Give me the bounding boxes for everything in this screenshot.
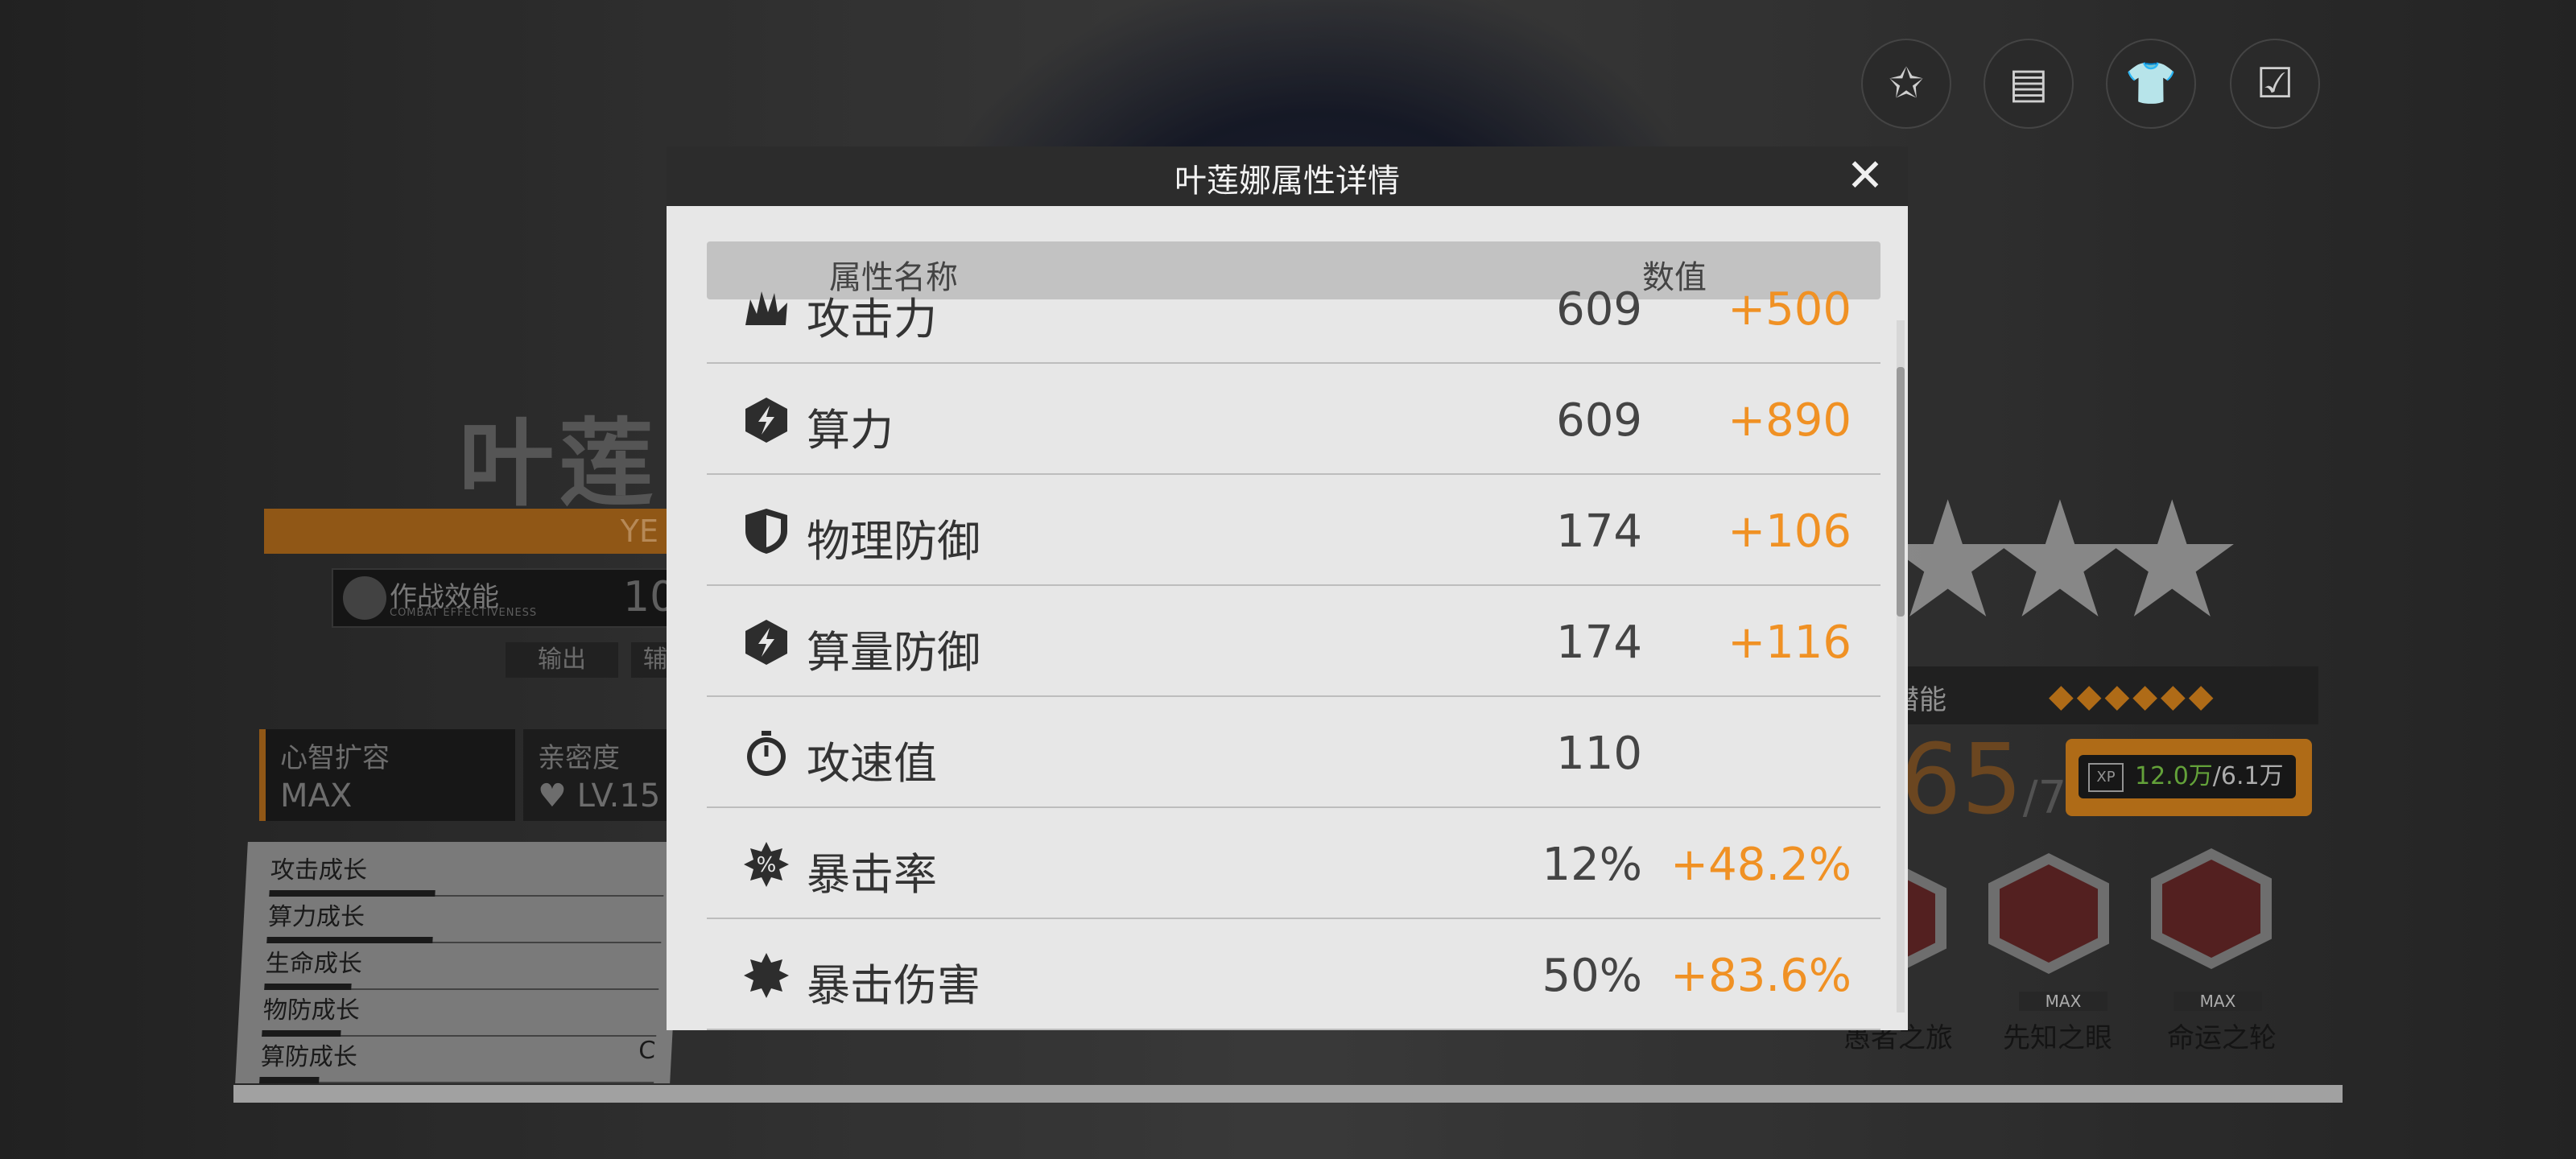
svg-text:%: % — [757, 853, 777, 877]
table-row: 暴击伤害 50% +83.6% — [707, 919, 1880, 1030]
modal-header: 叶莲娜属性详情 ✕ — [667, 146, 1908, 206]
claw-icon — [745, 291, 787, 325]
table-row: 攻速值 110 — [707, 697, 1880, 808]
favorite-button[interactable]: ✩ — [1861, 39, 1951, 129]
table-row: 算量防御 174 +116 — [707, 586, 1880, 697]
attribute-modal: 属性名称 数值 攻击力 609 +500 算力 609 +890 物理防御 17… — [667, 206, 1908, 1030]
close-button[interactable]: ✕ — [1842, 153, 1889, 200]
files-icon: ▤ — [2008, 60, 2049, 108]
attribute-list[interactable]: 攻击力 609 +500 算力 609 +890 物理防御 174 +106 算… — [707, 253, 1880, 1030]
outfit-button[interactable]: 👕 — [2106, 39, 2196, 129]
table-row: 算力 609 +890 — [707, 364, 1880, 475]
star-add-icon: ✩ — [1889, 60, 1924, 108]
table-row: 物理防御 174 +106 — [707, 475, 1880, 586]
bolt-shield-icon — [745, 398, 787, 443]
table-row: 攻击力 609 +500 — [707, 253, 1880, 364]
crit-rate-icon: % — [744, 842, 789, 887]
bolt-shield-icon — [745, 620, 787, 665]
modal-title: 叶莲娜属性详情 — [1174, 163, 1400, 200]
files-button[interactable]: ▤ — [1984, 39, 2074, 129]
scrollbar-thumb[interactable] — [1897, 367, 1905, 617]
checklist-button[interactable]: ☑ — [2230, 39, 2320, 129]
burst-icon — [744, 953, 789, 998]
table-row: % 暴击率 12% +48.2% — [707, 808, 1880, 919]
stopwatch-icon — [747, 731, 786, 776]
shirt-icon: 👕 — [2124, 60, 2178, 108]
checklist-icon: ☑ — [2256, 60, 2294, 108]
shield-icon — [745, 509, 787, 554]
